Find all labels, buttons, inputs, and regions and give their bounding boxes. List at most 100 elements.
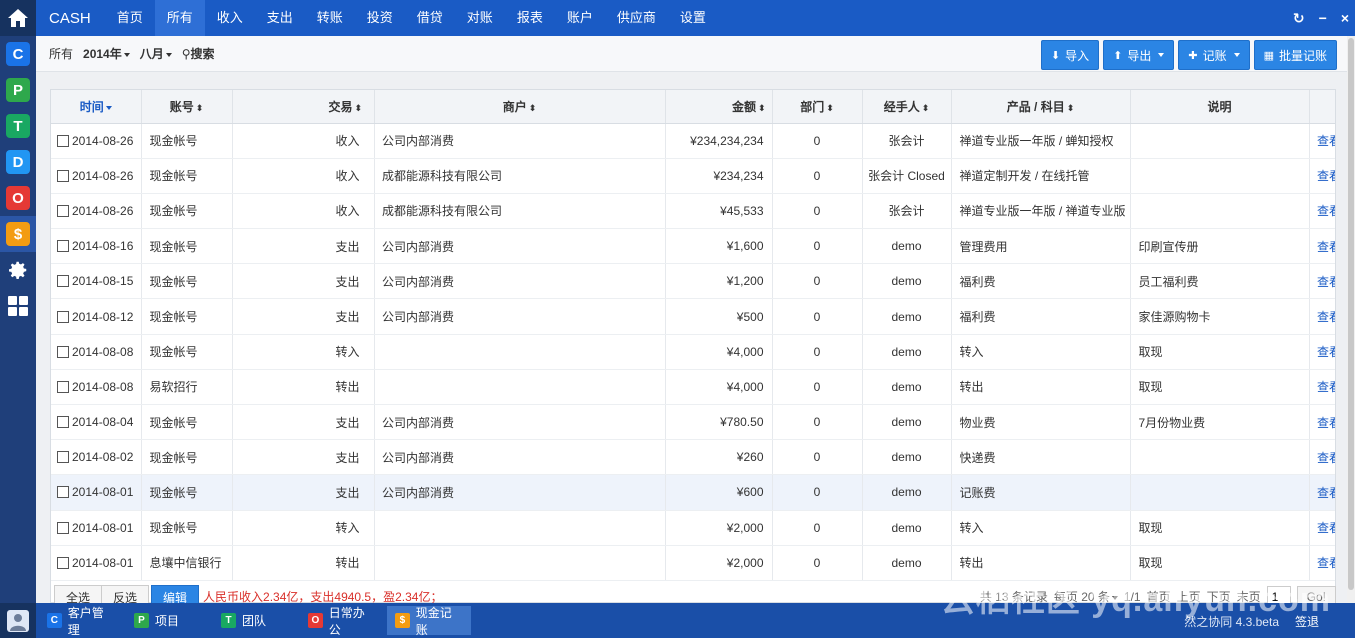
taskbar-task[interactable]: O 日常办公 <box>300 606 384 637</box>
table-row[interactable]: 2014-08-15 现金帐号 支出 公司内部消费 ¥1,200 0 demo 福利费 员工福利… <box>51 263 1335 300</box>
cell-dept: 0 <box>772 158 863 194</box>
row-checkbox[interactable] <box>57 486 69 499</box>
cell-amount: ¥45,533 <box>665 193 773 230</box>
row-checkbox[interactable] <box>57 345 69 358</box>
row-checkbox[interactable] <box>57 310 69 323</box>
row-checkbox[interactable] <box>57 204 69 217</box>
table-row[interactable]: 2014-08-08现金帐号转入¥4,0000demo转入取现查看编辑明细删除 <box>51 334 1335 370</box>
col-handler-header[interactable]: 经手人 ⬍ <box>862 90 952 124</box>
table-row[interactable]: 2014-08-04 现金帐号 支出 公司内部消费 ¥780.50 0 demo 物业费 7月份… <box>51 404 1335 441</box>
cell-type: 转入 <box>232 510 375 546</box>
row-action-link[interactable]: 查看 <box>1317 310 1335 324</box>
table-row[interactable]: 2014-08-01 现金帐号支出公司内部消费¥6000demo记账费 查看编辑明细… <box>51 474 1335 511</box>
row-action-link[interactable]: 查看 <box>1317 486 1335 500</box>
table-row[interactable]: 2014-08-01现金帐号转入¥2,0000demo转入取现查看编辑明细删除 <box>51 510 1335 546</box>
col-dept-header[interactable]: 部门 ⬍ <box>772 90 863 124</box>
table-row[interactable]: 2014-08-26 现金帐号 收入 公司内部消费 ¥234,234,234 0 张会计 禅道… <box>51 123 1335 159</box>
nav-item[interactable]: 设置 <box>668 0 718 36</box>
row-action-link[interactable]: 查看 <box>1317 275 1335 289</box>
settings-app-button[interactable] <box>0 252 36 288</box>
rail-app-customer[interactable]: C <box>0 36 36 72</box>
rail-app-daily-office[interactable]: D <box>0 144 36 180</box>
col-date-header[interactable]: 时间 <box>51 90 142 124</box>
table-row[interactable]: 2014-08-26 现金帐号 收入 成都能源科技有限公司 ¥45,533 0 张会计 禅道专… <box>51 193 1335 230</box>
row-action-link[interactable]: 查看 <box>1317 451 1335 465</box>
cell-account: 现金帐号 <box>141 158 233 194</box>
cell-ops: 查看编辑明细删除 <box>1309 193 1335 230</box>
year-dropdown[interactable]: 2014年 <box>83 45 130 62</box>
row-action-link[interactable]: 查看 <box>1317 556 1335 570</box>
batch-record-button[interactable]: ▦ 批量记账 <box>1253 40 1337 70</box>
row-action-link[interactable]: 查看 <box>1317 380 1335 394</box>
rail-app-oa[interactable]: O <box>0 180 36 216</box>
cell-ops: 查看编辑明细删除 <box>1309 334 1335 370</box>
table-row[interactable]: 2014-08-12 现金帐号 支出 公司内部消费 ¥500 0 demo 福利费 家佳源购物卡… <box>51 298 1335 335</box>
row-checkbox[interactable] <box>57 556 69 569</box>
import-button[interactable]: ⬇ 导入 <box>1040 40 1100 70</box>
table-row[interactable]: 2014-08-02 现金帐号支出公司内部消费¥2600demo快递费 查看编辑明细… <box>51 439 1335 476</box>
row-action-link[interactable]: 查看 <box>1317 240 1335 254</box>
table-row[interactable]: 2014-08-16 现金帐号 支出 公司内部消费 ¥1,600 0 demo 管理费用 印刷宣… <box>51 228 1335 265</box>
col-amount-header[interactable]: 金额 ⬍ <box>665 90 773 124</box>
scrollbar-thumb[interactable] <box>1348 38 1354 590</box>
close-icon[interactable]: × <box>1341 10 1349 26</box>
nav-item[interactable]: 账户 <box>555 0 605 36</box>
taskbar-task[interactable]: P 项目 <box>126 606 210 635</box>
date-text: 2014-08-08 <box>72 344 134 359</box>
row-checkbox[interactable] <box>57 416 69 429</box>
user-avatar-button[interactable] <box>0 603 36 638</box>
row-action-link[interactable]: 查看 <box>1317 345 1335 359</box>
nav-item[interactable]: 首页 <box>105 0 155 36</box>
col-account-header[interactable]: 账号 ⬍ <box>141 90 233 124</box>
row-action-link[interactable]: 查看 <box>1317 204 1335 218</box>
nav-item[interactable]: 借贷 <box>405 0 455 36</box>
nav-item[interactable]: 供应商 <box>605 0 668 36</box>
refresh-icon[interactable]: ↻ <box>1293 10 1305 27</box>
nav-item[interactable]: 支出 <box>255 0 305 36</box>
row-action-link[interactable]: 查看 <box>1317 521 1335 535</box>
month-dropdown[interactable]: 八月 <box>140 45 172 62</box>
export-button[interactable]: ⬆ 导出 <box>1103 40 1175 70</box>
table-row[interactable]: 2014-08-08易软招行转出¥4,0000demo转出取现查看编辑明细删除 <box>51 369 1335 406</box>
nav-item[interactable]: 对账 <box>455 0 505 36</box>
date-text: 2014-08-16 <box>72 239 134 254</box>
nav-item[interactable]: 报表 <box>505 0 555 36</box>
rail-app-team[interactable]: T <box>0 108 36 144</box>
taskbar-task[interactable]: C 客户管理 <box>39 606 123 637</box>
rail-app-cash[interactable]: $ <box>0 216 36 252</box>
taskbar-task[interactable]: $ 现金记账 <box>387 606 471 637</box>
col-product-header[interactable]: 产品 / 科目 ⬍ <box>951 90 1131 124</box>
col-merchant-header[interactable]: 商户 ⬍ <box>374 90 666 124</box>
cell-account: 现金帐号 <box>141 334 233 370</box>
row-checkbox[interactable] <box>57 240 69 253</box>
cell-product: 禅道专业版一年版 / 禅道专业版 <box>951 193 1131 230</box>
row-checkbox[interactable] <box>57 380 69 393</box>
nav-item[interactable]: 收入 <box>205 0 255 36</box>
table-row[interactable]: 2014-08-26 现金帐号 收入 成都能源科技有限公司 ¥234,234 0 张会计 C… <box>51 158 1335 194</box>
app-brand[interactable]: CASH <box>36 10 105 27</box>
date-text: 2014-08-12 <box>72 309 134 324</box>
row-checkbox[interactable] <box>57 521 69 534</box>
sort-icon: ⬍ <box>826 102 834 113</box>
vertical-scrollbar[interactable] <box>1347 36 1355 603</box>
row-action-link[interactable]: 查看 <box>1317 416 1335 430</box>
nav-item[interactable]: 投资 <box>355 0 405 36</box>
cell-amount: ¥1,200 <box>665 263 773 300</box>
home-button[interactable] <box>0 0 36 36</box>
all-apps-button[interactable] <box>0 288 36 324</box>
row-action-link[interactable]: 查看 <box>1317 169 1335 183</box>
row-checkbox[interactable] <box>57 451 69 464</box>
nav-item[interactable]: 转账 <box>305 0 355 36</box>
search-button[interactable]: ⚲搜索 <box>182 45 215 62</box>
row-checkbox[interactable] <box>57 275 69 288</box>
row-action-link[interactable]: 查看 <box>1317 134 1335 148</box>
row-checkbox[interactable] <box>57 169 69 182</box>
minimize-icon[interactable]: − <box>1319 10 1327 26</box>
col-type-header[interactable]: 交易 ⬍ <box>232 90 375 124</box>
taskbar-task[interactable]: T 团队 <box>213 606 297 635</box>
record-button[interactable]: ✚ 记账 <box>1178 40 1250 70</box>
rail-app-project[interactable]: P <box>0 72 36 108</box>
project-app-icon: P <box>6 78 30 102</box>
nav-item[interactable]: 所有 <box>154 0 205 36</box>
row-checkbox[interactable] <box>57 134 69 147</box>
